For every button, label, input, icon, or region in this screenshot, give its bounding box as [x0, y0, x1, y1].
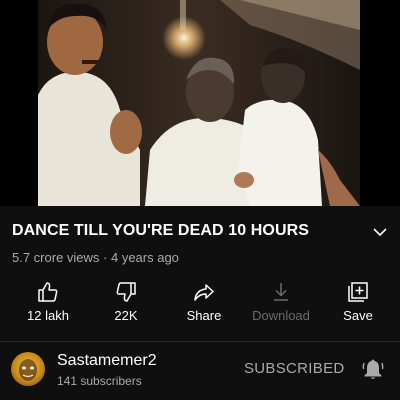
thumbs-up-icon [38, 282, 58, 302]
video-title-row[interactable]: DANCE TILL YOU'RE DEAD 10 HOURS [12, 220, 388, 244]
view-count: 5.7 crore views [12, 250, 100, 265]
add-to-playlist-icon [348, 282, 368, 302]
save-label: Save [343, 308, 373, 323]
thumbs-down-icon [116, 282, 136, 302]
chevron-down-icon[interactable] [372, 224, 388, 240]
subscriber-count: 141 subscribers [57, 374, 142, 388]
video-title: DANCE TILL YOU'RE DEAD 10 HOURS [12, 222, 310, 239]
channel-row[interactable]: Sastamemer2 141 subscribers SUBSCRIBED [0, 342, 400, 400]
save-button[interactable]: Save [318, 276, 398, 332]
share-icon [194, 284, 214, 301]
meta-separator: · [99, 250, 111, 265]
action-bar: 12 lakh 22K Share Download Save [0, 276, 400, 332]
avatar-image [19, 359, 37, 381]
notification-bell-icon[interactable] [361, 357, 385, 381]
like-count: 12 lakh [27, 308, 69, 323]
video-meta: 5.7 crore views · 4 years ago [12, 250, 179, 265]
channel-name[interactable]: Sastamemer2 [57, 352, 157, 370]
share-label: Share [186, 308, 222, 323]
dislike-button[interactable]: 22K [86, 276, 166, 332]
channel-avatar[interactable] [11, 352, 45, 386]
dislike-count: 22K [114, 308, 138, 323]
download-button[interactable]: Download [241, 276, 321, 332]
like-button[interactable]: 12 lakh [8, 276, 88, 332]
upload-age: 4 years ago [110, 250, 179, 265]
download-icon [274, 283, 288, 301]
download-label: Download [252, 308, 310, 323]
share-button[interactable]: Share [164, 276, 244, 332]
subscribed-button[interactable]: SUBSCRIBED [244, 360, 345, 377]
video-frame [0, 0, 400, 206]
video-player[interactable] [0, 0, 400, 206]
